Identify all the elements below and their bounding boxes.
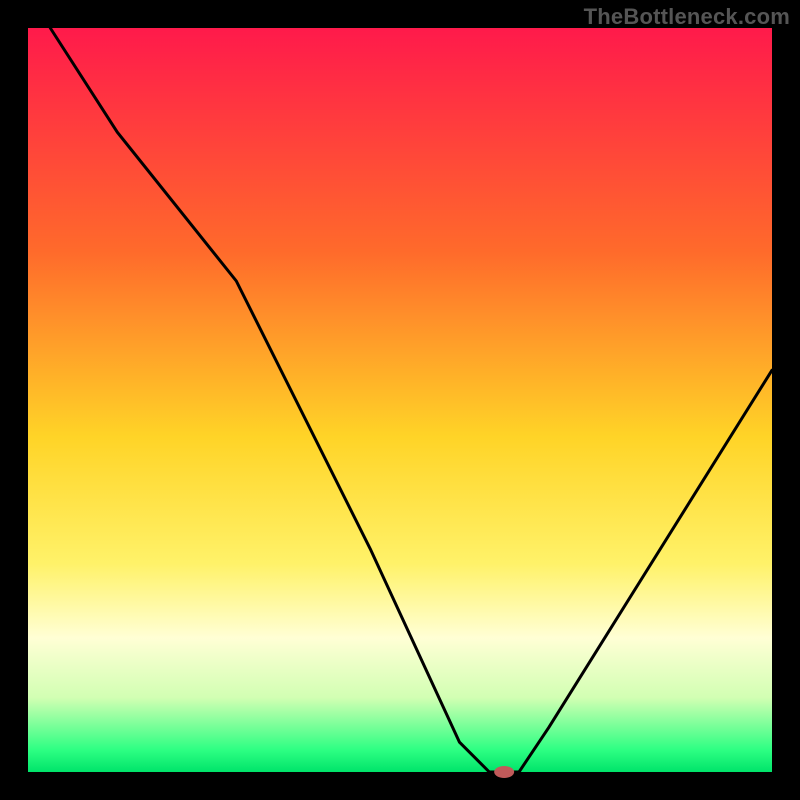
plot-area [28, 28, 772, 772]
optimal-marker [494, 766, 514, 778]
bottleneck-chart [0, 0, 800, 800]
chart-stage: TheBottleneck.com [0, 0, 800, 800]
watermark-text: TheBottleneck.com [584, 4, 790, 30]
